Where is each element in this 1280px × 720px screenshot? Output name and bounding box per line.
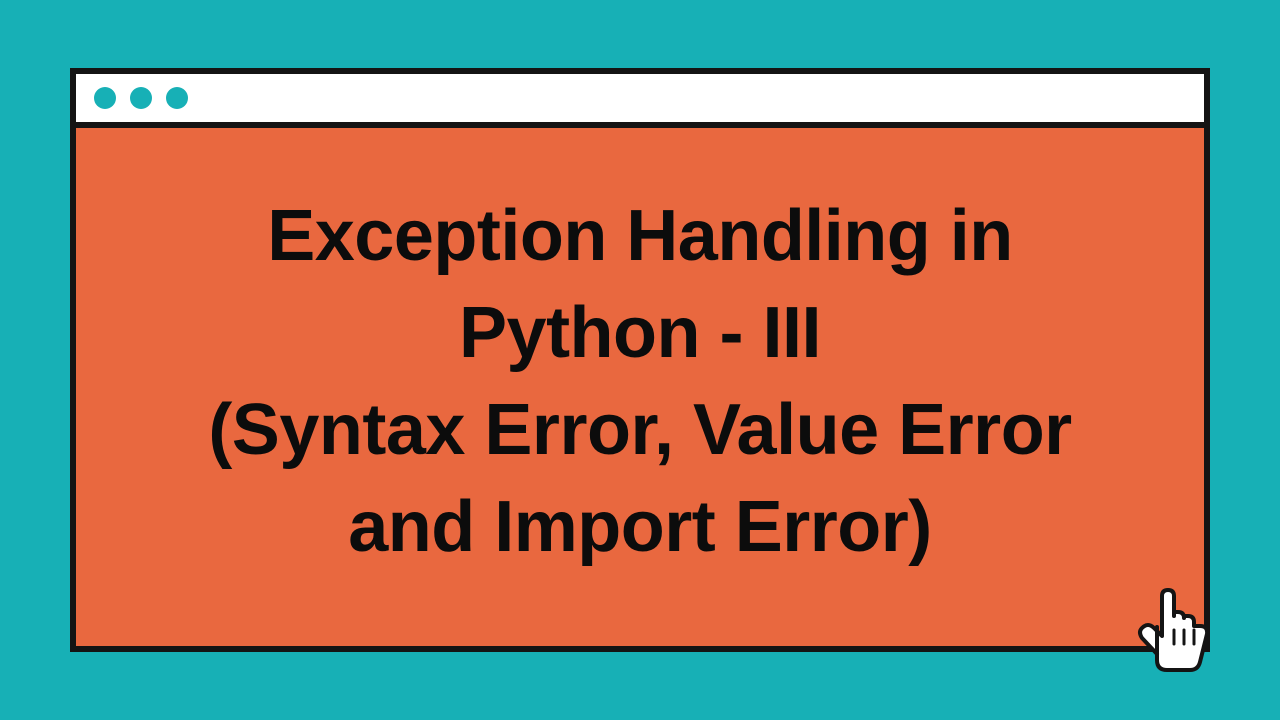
subtitle-line-2: and Import Error) (348, 487, 932, 567)
window-control-dot-close[interactable] (94, 87, 116, 109)
browser-window: Exception Handling in Python - III (Synt… (70, 68, 1210, 653)
window-titlebar (76, 74, 1204, 128)
window-content-panel: Exception Handling in Python - III (Synt… (76, 128, 1204, 647)
title-line-2: Python - III (459, 293, 821, 373)
window-control-dot-maximize[interactable] (166, 87, 188, 109)
pointer-cursor-icon (1122, 582, 1222, 682)
slide-heading: Exception Handling in Python - III (Synt… (208, 188, 1071, 577)
subtitle-line-1: (Syntax Error, Value Error (208, 390, 1071, 470)
window-control-dot-minimize[interactable] (130, 87, 152, 109)
title-line-1: Exception Handling in (267, 196, 1013, 276)
